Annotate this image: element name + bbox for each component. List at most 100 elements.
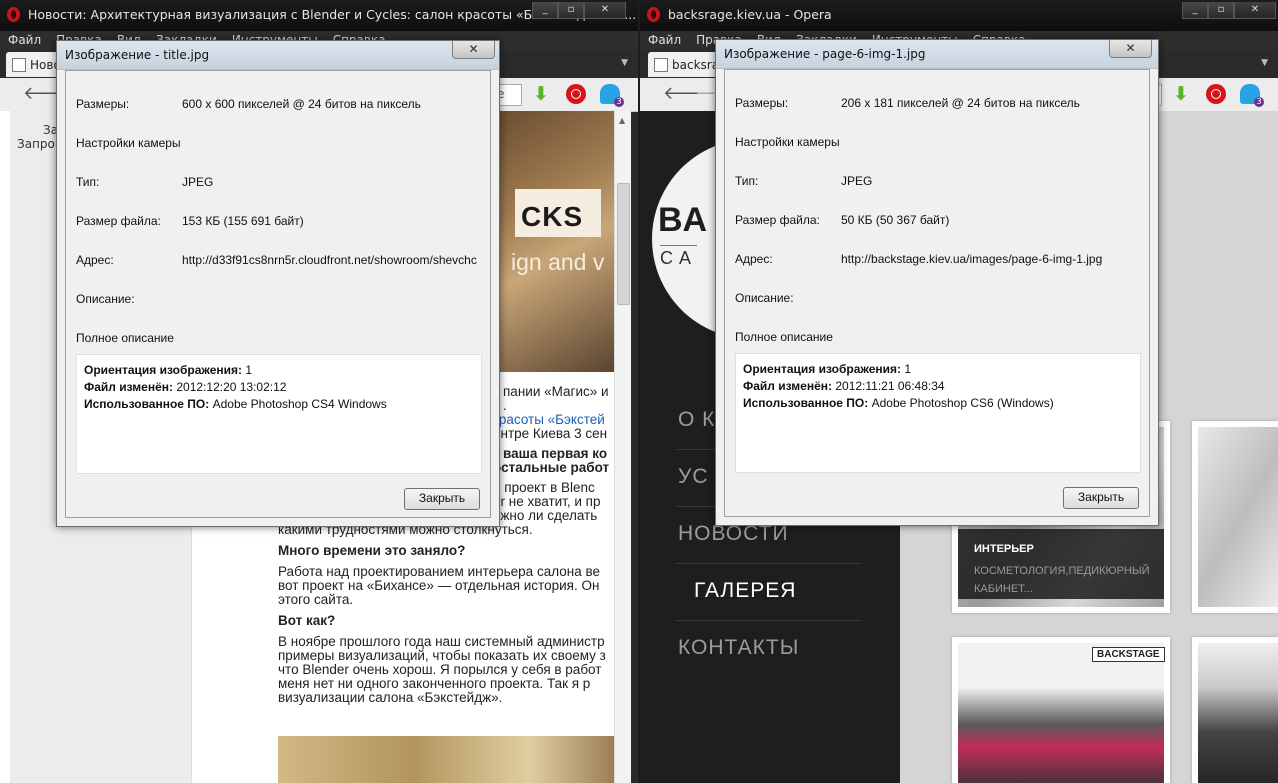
adblock-icon[interactable] — [1206, 84, 1226, 104]
exif-box[interactable]: Ориентация изображения: 1 Файл изменён: … — [76, 354, 482, 474]
exif-box[interactable]: Ориентация изображения: 1 Файл изменён: … — [735, 353, 1141, 473]
article-hero-image: CKS BE ign and v — [497, 111, 614, 372]
gallery-card[interactable]: BACKSTAGE — [952, 637, 1170, 783]
minimize-button[interactable]: _ — [1182, 2, 1208, 19]
value-size: 600 x 600 пикселей @ 24 битов на пиксель — [182, 97, 421, 111]
nav-about[interactable]: О К — [678, 408, 715, 432]
article-heading: Много времени это заняло? — [278, 543, 466, 558]
label-type: Тип: — [735, 174, 759, 188]
page-scrollbar[interactable]: ▲ — [614, 111, 631, 783]
dialog-title: Изображение - page-6-img-1.jpg — [724, 47, 926, 61]
value-type: JPEG — [841, 174, 873, 188]
download-arrow-icon[interactable]: ⬇ — [1171, 84, 1191, 104]
site-logo-subtext: CA — [660, 245, 698, 269]
image-properties-dialog: Изображение - page-6-img-1.jpg ✕ Размеры… — [715, 39, 1159, 526]
dialog-title: Изображение - title.jpg — [65, 48, 210, 62]
article-line: В ноябре прошлого года наш системный адм… — [278, 634, 605, 649]
ghostery-icon[interactable] — [600, 84, 624, 107]
exif-modified: Файл изменён: 2012:11:21 06:48:34 — [743, 379, 945, 393]
maximize-button[interactable]: ▫ — [1208, 2, 1234, 19]
dialog-body: Размеры: 206 x 181 пикселей @ 24 битов н… — [724, 69, 1150, 517]
close-button[interactable]: Закрыть — [404, 488, 480, 510]
scrollbar-thumb[interactable] — [617, 183, 630, 305]
article-heading: Вот как? — [278, 613, 336, 628]
close-button[interactable]: ✕ — [584, 2, 626, 19]
article-line: вот проект на «Бихансе» — отдельная исто… — [278, 578, 600, 593]
value-address[interactable]: http://backstage.kiev.ua/images/page-6-i… — [841, 252, 1143, 266]
label-size: Размеры: — [735, 96, 789, 110]
favicon-icon — [654, 58, 668, 72]
exif-software: Использованное ПО: Adobe Photoshop CS6 (… — [743, 396, 1054, 410]
article-line: меня нет ни одного законченного проекта.… — [278, 676, 591, 691]
minimize-button[interactable]: _ — [532, 2, 558, 19]
label-size: Размеры: — [76, 97, 130, 111]
article-line: этого сайта. — [278, 592, 354, 607]
nav-divider — [676, 620, 861, 621]
hero-logo-small: BE — [586, 187, 601, 200]
title-bar: Новости: Архитектурная визуализация с Bl… — [0, 0, 638, 31]
download-arrow-icon[interactable]: ⬇ — [531, 84, 551, 104]
nav-contacts[interactable]: КОНТАКТЫ — [678, 636, 799, 660]
value-filesize: 50 КБ (50 367 байт) — [841, 213, 950, 227]
label-type: Тип: — [76, 175, 100, 189]
hero-logo-text: CKS — [521, 201, 584, 232]
tab-scroll-down-icon[interactable]: ▼ — [621, 58, 628, 68]
caption-heading: ИНТЕРЬЕР — [974, 543, 1034, 555]
close-button[interactable]: Закрыть — [1063, 487, 1139, 509]
ghostery-icon[interactable] — [1240, 84, 1264, 107]
close-button[interactable]: ✕ — [1234, 2, 1276, 19]
caption-text: КОСМЕТОЛОГИЯ,ПЕДИКЮРНЫЙ КАБИНЕТ... — [974, 565, 1150, 595]
window-title: backsrage.kiev.ua - Opera — [668, 7, 832, 22]
title-bar: backsrage.kiev.ua - Opera _ ▫ ✕ — [640, 0, 1278, 31]
value-address[interactable]: http://d33f91cs8nrn5r.cloudfront.net/sho… — [182, 253, 484, 267]
article-photo — [278, 736, 614, 783]
label-description: Описание: — [735, 291, 794, 305]
side-panel-text[interactable]: Запро — [17, 137, 55, 151]
nav-gallery[interactable]: ГАЛЕРЕЯ — [694, 579, 796, 603]
exif-orientation: Ориентация изображения: 1 — [743, 362, 912, 376]
label-camera: Настройки камеры — [735, 135, 840, 149]
nav-services[interactable]: УС — [678, 465, 709, 489]
favicon-icon — [12, 58, 26, 72]
article-line: Работа над проектированием интерьера сал… — [278, 564, 600, 579]
adblock-icon[interactable] — [566, 84, 586, 104]
exif-modified: Файл изменён: 2012:12:20 13:02:12 — [84, 380, 287, 394]
label-address: Адрес: — [76, 253, 114, 267]
gallery-image — [1198, 427, 1278, 607]
label-full-description: Полное описание — [76, 331, 174, 345]
label-filesize: Размер файла: — [735, 213, 820, 227]
article-line: визуализации салона «Бэкстейдж». — [278, 690, 503, 705]
dialog-title-bar: Изображение - page-6-img-1.jpg — [716, 40, 1158, 69]
gallery-sign: BACKSTAGE — [1092, 647, 1165, 662]
label-camera: Настройки камеры — [76, 136, 181, 150]
gallery-caption: ИНТЕРЬЕР КОСМЕТОЛОГИЯ,ПЕДИКЮРНЫЙ КАБИНЕТ… — [958, 529, 1164, 599]
gallery-image — [958, 643, 1164, 783]
gallery-image — [1198, 643, 1278, 783]
opera-logo-icon — [647, 7, 660, 22]
dialog-title-bar: Изображение - title.jpg — [57, 41, 499, 70]
exif-orientation: Ориентация изображения: 1 — [84, 363, 253, 377]
gallery-card[interactable] — [1192, 421, 1278, 613]
dialog-body: Размеры: 600 x 600 пикселей @ 24 битов н… — [65, 70, 491, 518]
exif-software: Использованное ПО: Adobe Photoshop CS4 W… — [84, 397, 387, 411]
maximize-button[interactable]: ▫ — [558, 2, 584, 19]
close-icon[interactable]: ✕ — [1109, 40, 1152, 58]
label-full-description: Полное описание — [735, 330, 833, 344]
label-description: Описание: — [76, 292, 135, 306]
article-line: что Blender очень хорош. Я порылся у себ… — [278, 662, 602, 677]
menu-file[interactable]: Файл — [640, 31, 688, 47]
close-icon[interactable]: ✕ — [452, 41, 495, 59]
gallery-card[interactable] — [1192, 637, 1278, 783]
scroll-up-icon[interactable]: ▲ — [619, 116, 625, 125]
opera-logo-icon — [7, 7, 20, 22]
site-logo-text: BA — [658, 201, 708, 239]
image-properties-dialog: Изображение - title.jpg ✕ Размеры: 600 x… — [56, 40, 500, 527]
article-line: примеры визуализаций, чтобы показать их … — [278, 648, 606, 663]
value-type: JPEG — [182, 175, 214, 189]
hero-subtitle: ign and v — [511, 249, 605, 275]
value-filesize: 153 КБ (155 691 байт) — [182, 214, 304, 228]
label-filesize: Размер файла: — [76, 214, 161, 228]
tab-scroll-down-icon[interactable]: ▼ — [1261, 58, 1268, 68]
label-address: Адрес: — [735, 252, 773, 266]
menu-file[interactable]: Файл — [0, 31, 48, 47]
